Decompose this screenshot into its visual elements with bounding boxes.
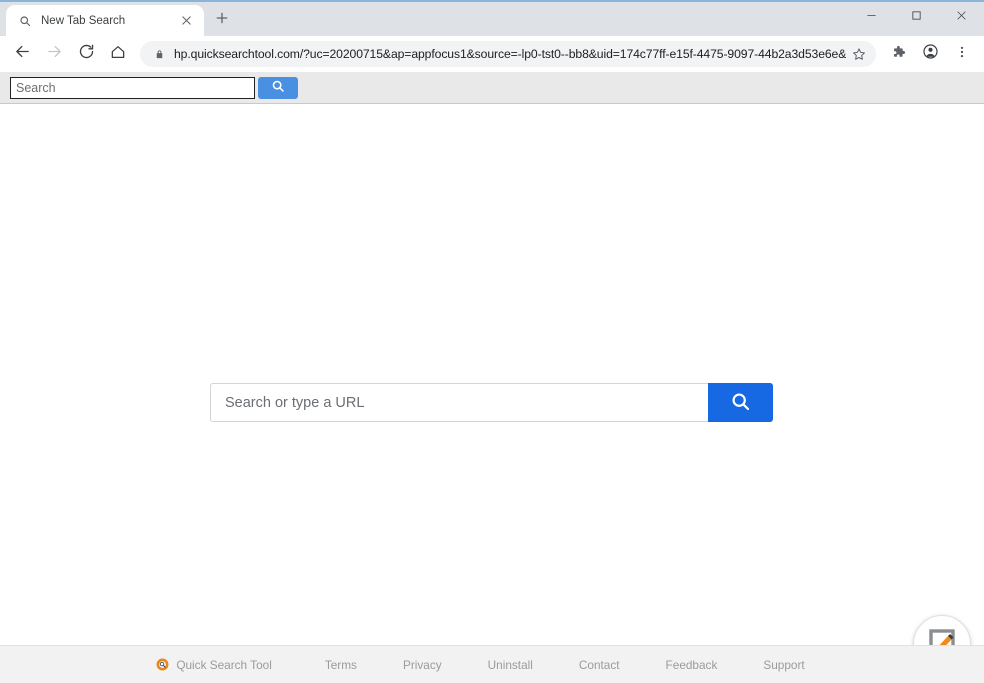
- navigation-bar: hp.quicksearchtool.com/?uc=20200715&ap=a…: [0, 36, 984, 72]
- footer-link-uninstall[interactable]: Uninstall: [488, 658, 533, 672]
- back-button[interactable]: [8, 40, 36, 68]
- address-bar-url: hp.quicksearchtool.com/?uc=20200715&ap=a…: [174, 47, 846, 61]
- footer: Quick Search Tool Terms Privacy Uninstal…: [0, 645, 984, 683]
- minimize-icon: [866, 8, 877, 26]
- lock-icon: [152, 49, 166, 60]
- main-search-area: [210, 383, 773, 422]
- browser-window: New Tab Search hp.quicksearchtool.com/?u…: [0, 0, 984, 683]
- profile-button[interactable]: [917, 41, 943, 67]
- footer-brand-label: Quick Search Tool: [176, 657, 272, 672]
- star-icon[interactable]: [846, 41, 872, 67]
- arrow-left-icon: [14, 43, 31, 65]
- arrow-right-icon: [46, 43, 63, 65]
- tab-strip: New Tab Search: [0, 2, 984, 36]
- reload-button[interactable]: [72, 40, 100, 68]
- search-icon: [271, 79, 285, 96]
- chrome-menu-button[interactable]: [949, 41, 975, 67]
- tab-new-tab-search[interactable]: New Tab Search: [6, 5, 204, 36]
- close-icon[interactable]: [178, 12, 195, 29]
- main-search-input[interactable]: [210, 383, 708, 422]
- search-icon: [17, 13, 33, 29]
- footer-link-contact[interactable]: Contact: [579, 658, 620, 672]
- reload-icon: [78, 43, 95, 65]
- maximize-button[interactable]: [894, 2, 939, 32]
- search-icon: [730, 391, 751, 415]
- toolbar-search-input[interactable]: [10, 76, 255, 99]
- account-avatar-icon: [922, 43, 939, 65]
- main-search-button[interactable]: [708, 383, 773, 422]
- puzzle-piece-icon: [891, 44, 906, 64]
- footer-link-privacy[interactable]: Privacy: [403, 658, 442, 672]
- new-tab-button[interactable]: [208, 6, 236, 34]
- plus-icon: [215, 11, 229, 30]
- page-content: Quick Search Tool Terms Privacy Uninstal…: [0, 104, 984, 683]
- footer-link-support[interactable]: Support: [763, 658, 804, 672]
- footer-brand[interactable]: Quick Search Tool: [156, 658, 272, 672]
- minimize-button[interactable]: [849, 2, 894, 32]
- window-controls: [849, 2, 984, 32]
- footer-link-feedback[interactable]: Feedback: [666, 658, 718, 672]
- maximize-icon: [911, 8, 922, 26]
- home-icon: [110, 44, 126, 65]
- footer-link-terms[interactable]: Terms: [325, 658, 357, 672]
- close-window-button[interactable]: [939, 2, 984, 32]
- toolbar-search-button[interactable]: [258, 76, 298, 99]
- home-button[interactable]: [104, 40, 132, 68]
- extensions-button[interactable]: [885, 41, 911, 67]
- forward-button: [40, 40, 68, 68]
- extension-search-toolbar: [0, 72, 984, 104]
- close-icon: [956, 8, 967, 26]
- tab-title: New Tab Search: [41, 14, 126, 27]
- address-bar[interactable]: hp.quicksearchtool.com/?uc=20200715&ap=a…: [140, 41, 876, 67]
- three-dot-menu-icon: [955, 45, 969, 64]
- quick-search-tool-logo-icon: [156, 658, 169, 671]
